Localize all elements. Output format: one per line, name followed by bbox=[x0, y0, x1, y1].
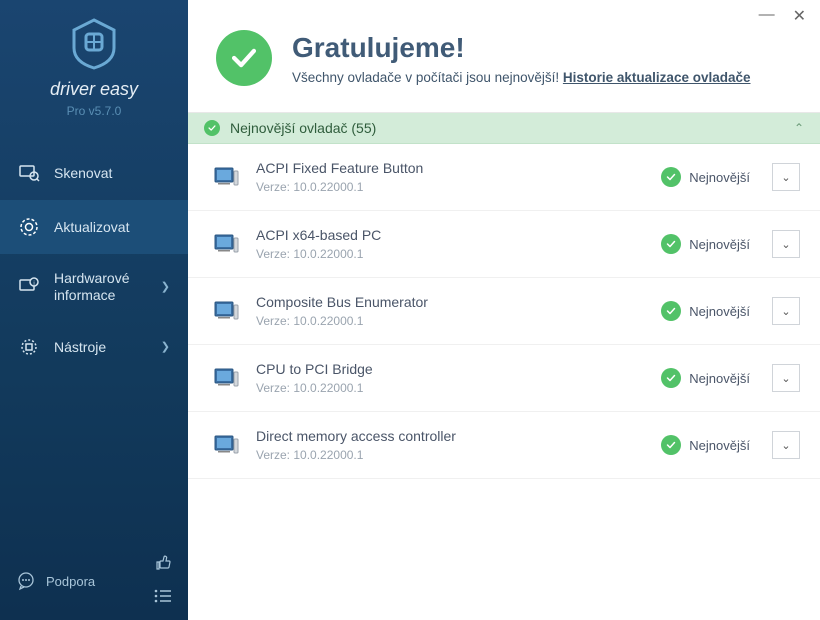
driver-version: Verze: 10.0.22000.1 bbox=[256, 381, 645, 395]
support-label: Podpora bbox=[46, 574, 95, 589]
brand-name: driver easy bbox=[0, 79, 188, 100]
sidebar: driver easy Pro v5.7.0 Skenovat Aktualiz… bbox=[0, 0, 188, 620]
sidebar-item-label: Aktualizovat bbox=[54, 219, 170, 235]
brand-tagline: Pro v5.7.0 bbox=[0, 104, 188, 118]
status-label: Nejnovější bbox=[689, 170, 750, 185]
sidebar-item-label: Nástroje bbox=[54, 339, 147, 355]
update-icon bbox=[18, 216, 40, 238]
minimize-button[interactable]: — bbox=[759, 6, 775, 24]
driver-row: CPU to PCI Bridge Verze: 10.0.22000.1 Nejn… bbox=[188, 345, 820, 412]
sidebar-item-hardware[interactable]: i Hardwarové informace ❯ bbox=[0, 254, 188, 320]
status-label: Nejnovější bbox=[689, 237, 750, 252]
driver-name: ACPI Fixed Feature Button bbox=[256, 160, 645, 176]
check-icon bbox=[661, 234, 681, 254]
status-label: Nejnovější bbox=[689, 304, 750, 319]
history-link[interactable]: Historie aktualizace ovladače bbox=[563, 70, 751, 85]
driver-name: Composite Bus Enumerator bbox=[256, 294, 645, 310]
driver-row: Direct memory access controller Verze: 10… bbox=[188, 412, 820, 479]
check-icon bbox=[204, 120, 220, 136]
driver-name: ACPI x64-based PC bbox=[256, 227, 645, 243]
collapse-icon[interactable]: ⌃ bbox=[794, 121, 804, 135]
thumbs-up-icon[interactable] bbox=[154, 554, 172, 577]
sidebar-item-label: Hardwarové informace bbox=[54, 270, 147, 304]
driver-status: Nejnovější bbox=[661, 167, 750, 187]
driver-row: ACPI x64-based PC Verze: 10.0.22000.1 Nejn… bbox=[188, 211, 820, 278]
driver-list: ACPI Fixed Feature Button Verze: 10.0.220… bbox=[188, 144, 820, 620]
success-check-icon bbox=[216, 30, 272, 86]
driver-version: Verze: 10.0.22000.1 bbox=[256, 448, 645, 462]
dropdown-button[interactable]: ⌄ bbox=[772, 230, 800, 258]
device-icon bbox=[212, 230, 240, 258]
scan-icon bbox=[18, 162, 40, 184]
chat-icon bbox=[16, 571, 36, 591]
check-icon bbox=[661, 368, 681, 388]
driver-row: Composite Bus Enumerator Verze: 10.0.2200… bbox=[188, 278, 820, 345]
chevron-right-icon: ❯ bbox=[161, 340, 170, 353]
chevron-right-icon: ❯ bbox=[161, 280, 170, 293]
sidebar-item-tools[interactable]: Nástroje ❯ bbox=[0, 320, 188, 374]
tools-icon bbox=[18, 336, 40, 358]
driver-version: Verze: 10.0.22000.1 bbox=[256, 247, 645, 261]
section-title: Nejnovější ovladač (55) bbox=[230, 120, 376, 136]
page-title: Gratulujeme! bbox=[292, 32, 751, 64]
check-icon bbox=[661, 167, 681, 187]
page-subtitle: Všechny ovladače v počítači jsou nejnově… bbox=[292, 70, 751, 85]
driver-status: Nejnovější bbox=[661, 435, 750, 455]
sidebar-item-scan[interactable]: Skenovat bbox=[0, 146, 188, 200]
check-icon bbox=[661, 435, 681, 455]
device-icon bbox=[212, 163, 240, 191]
logo-icon bbox=[70, 18, 118, 73]
driver-status: Nejnovější bbox=[661, 368, 750, 388]
device-icon bbox=[212, 364, 240, 392]
sidebar-item-label: Skenovat bbox=[54, 165, 170, 181]
support-button[interactable]: Podpora bbox=[16, 571, 95, 591]
dropdown-button[interactable]: ⌄ bbox=[772, 163, 800, 191]
driver-row: ACPI Fixed Feature Button Verze: 10.0.220… bbox=[188, 144, 820, 211]
driver-version: Verze: 10.0.22000.1 bbox=[256, 180, 645, 194]
check-icon bbox=[661, 301, 681, 321]
hardware-icon: i bbox=[18, 276, 40, 298]
status-label: Nejnovější bbox=[689, 371, 750, 386]
header: Gratulujeme! Všechny ovladače v počítači… bbox=[188, 0, 820, 113]
brand: driver easy Pro v5.7.0 bbox=[0, 0, 188, 132]
driver-status: Nejnovější bbox=[661, 234, 750, 254]
dropdown-button[interactable]: ⌄ bbox=[772, 431, 800, 459]
close-button[interactable]: ✕ bbox=[793, 6, 806, 24]
driver-status: Nejnovější bbox=[661, 301, 750, 321]
driver-name: Direct memory access controller bbox=[256, 428, 645, 444]
device-icon bbox=[212, 431, 240, 459]
sidebar-item-update[interactable]: Aktualizovat bbox=[0, 200, 188, 254]
driver-version: Verze: 10.0.22000.1 bbox=[256, 314, 645, 328]
svg-text:i: i bbox=[33, 281, 34, 287]
section-header[interactable]: Nejnovější ovladač (55) ⌃ bbox=[188, 113, 820, 144]
dropdown-button[interactable]: ⌄ bbox=[772, 364, 800, 392]
menu-icon[interactable] bbox=[154, 587, 172, 608]
status-label: Nejnovější bbox=[689, 438, 750, 453]
device-icon bbox=[212, 297, 240, 325]
dropdown-button[interactable]: ⌄ bbox=[772, 297, 800, 325]
driver-name: CPU to PCI Bridge bbox=[256, 361, 645, 377]
